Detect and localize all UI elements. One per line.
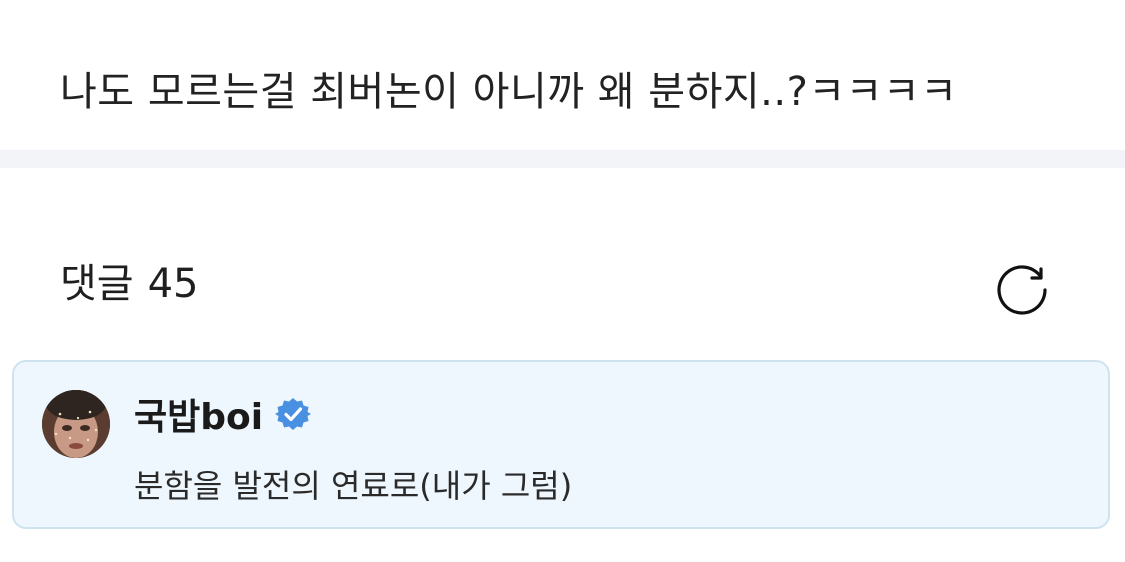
avatar[interactable]	[42, 390, 110, 458]
refresh-button[interactable]	[992, 255, 1054, 317]
section-divider	[0, 150, 1125, 168]
comments-header: 댓글 45	[60, 258, 199, 310]
comment-text: 분함을 발전의 연료로(내가 그럼)	[134, 467, 573, 505]
avatar-image	[42, 390, 110, 458]
refresh-icon	[997, 265, 1047, 315]
comment-author-row: 국밥boi	[134, 388, 312, 440]
comments-label: 댓글	[60, 261, 134, 307]
comments-count: 45	[147, 261, 199, 307]
comment-author-name[interactable]: 국밥boi	[134, 388, 263, 440]
page: 나도 모르는걸 최버논이 아니까 왜 분하지..?ㅋㅋㅋㅋ 댓글 45 국밥bo…	[0, 0, 1125, 562]
verified-badge-icon	[275, 396, 312, 432]
post-body-text: 나도 모르는걸 최버논이 아니까 왜 분하지..?ㅋㅋㅋㅋ	[60, 69, 958, 115]
comment-card[interactable]: 국밥boi 분함을 발전의 연료로(내가 그럼)	[12, 360, 1110, 529]
